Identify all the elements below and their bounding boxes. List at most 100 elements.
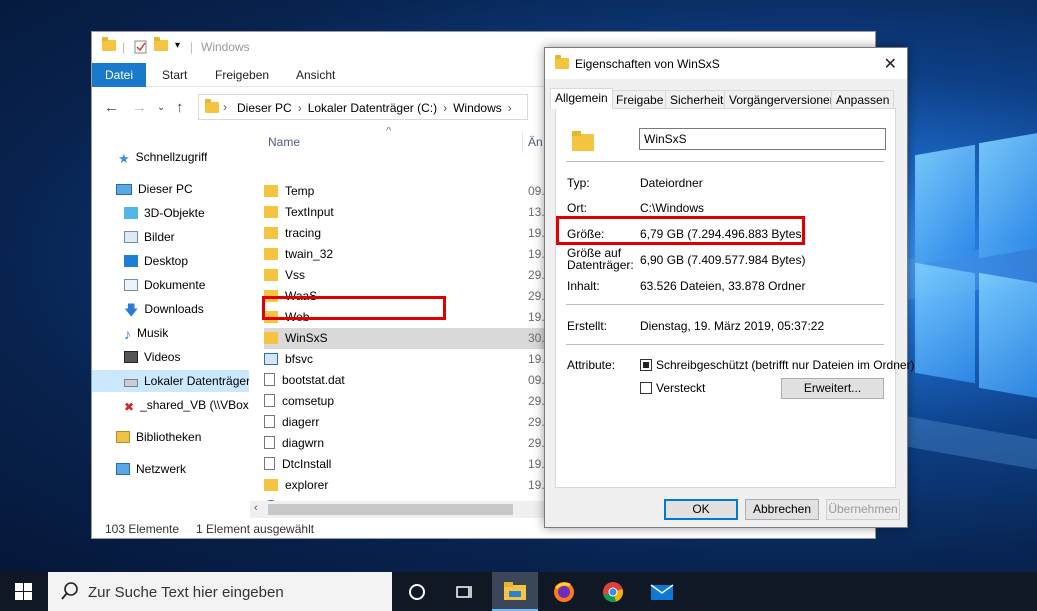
checkbox[interactable]: [640, 382, 652, 394]
cancel-button[interactable]: Abbrechen: [745, 499, 819, 520]
nav-item-3d-objects[interactable]: 3D-Objekte: [124, 202, 205, 224]
sort-up-icon[interactable]: ^: [386, 127, 391, 137]
table-row[interactable]: tracing 19.: [264, 223, 545, 244]
tab-share[interactable]: Freigeben: [215, 63, 269, 87]
column-header-date[interactable]: Än: [528, 135, 543, 149]
ok-button[interactable]: OK: [664, 499, 738, 520]
firefox-icon[interactable]: [552, 580, 576, 604]
chrome-icon[interactable]: [601, 580, 625, 604]
file-date: 29.: [528, 394, 545, 408]
breadcrumb-drive-c[interactable]: Lokaler Datenträger (C:): [308, 101, 437, 115]
chevron-down-icon[interactable]: ▾: [175, 40, 180, 56]
folder-name-field[interactable]: WinSxS: [639, 128, 886, 150]
nav-item-videos[interactable]: Videos: [124, 346, 180, 368]
scrollbar-thumb[interactable]: [268, 504, 513, 515]
nav-item-local-drive[interactable]: Lokaler Datenträger: [92, 370, 249, 392]
windows-logo-wallpaper: [905, 120, 1037, 420]
nav-item-pictures[interactable]: Bilder: [124, 226, 175, 248]
chevron-down-icon[interactable]: ⌄: [157, 102, 165, 113]
taskbar-explorer-active[interactable]: [492, 572, 538, 611]
nav-item-documents[interactable]: Dokumente: [124, 274, 205, 296]
scroll-left-icon[interactable]: ‹: [254, 502, 258, 514]
table-row[interactable]: DtcInstall 19.: [264, 454, 545, 475]
nav-item-this-pc[interactable]: Dieser PC: [116, 178, 193, 200]
drive-icon: [124, 379, 138, 387]
attributes-label: Attribute:: [567, 358, 616, 372]
back-arrow-icon[interactable]: ←: [104, 99, 119, 116]
horizontal-scrollbar[interactable]: ‹: [250, 501, 545, 518]
address-bar[interactable]: › Dieser PC › Lokaler Datenträger (C:) › Win…: [198, 94, 528, 120]
breadcrumb-windows[interactable]: Windows: [453, 101, 502, 115]
tab-security[interactable]: Sicherheit: [665, 90, 729, 108]
tab-start[interactable]: Start: [162, 63, 187, 87]
table-row[interactable]: TextInput 13.: [264, 202, 545, 223]
search-placeholder: Zur Suche Text hier eingeben: [88, 584, 284, 601]
tab-view[interactable]: Ansicht: [296, 63, 335, 87]
file-date: 13.: [528, 205, 545, 219]
cube-icon: [124, 207, 138, 219]
tab-sharing[interactable]: Freigabe: [611, 90, 669, 108]
tab-customize[interactable]: Anpassen: [831, 90, 895, 108]
nav-item-music[interactable]: ♪ Musik: [124, 322, 168, 344]
table-row[interactable]: bootstat.dat 09.: [264, 370, 545, 391]
file-date: 19.: [528, 310, 545, 324]
apply-button[interactable]: Übernehmen: [826, 499, 900, 520]
task-view-icon[interactable]: [452, 580, 476, 604]
hidden-checkbox[interactable]: Versteckt: [640, 381, 705, 395]
chevron-right-icon[interactable]: ›: [223, 100, 227, 114]
up-arrow-icon[interactable]: ↑: [176, 99, 184, 116]
breadcrumb-dieser-pc[interactable]: Dieser PC: [237, 101, 292, 115]
chevron-right-icon[interactable]: ›: [298, 101, 302, 115]
new-folder-quick-icon[interactable]: [154, 37, 168, 56]
folder-icon: [264, 479, 278, 491]
network-icon: [116, 463, 130, 475]
tab-general[interactable]: Allgemein: [550, 88, 613, 109]
chevron-right-icon[interactable]: ›: [508, 101, 512, 115]
status-item-count: 103 Elemente: [105, 522, 180, 536]
file-name: bfsvc: [285, 352, 314, 366]
desktop-icon: [124, 255, 138, 267]
pictures-icon: [124, 231, 138, 243]
chevron-right-icon[interactable]: ›: [443, 101, 447, 115]
file-date: 29.: [528, 289, 545, 303]
nav-item-shared-vb[interactable]: ✖ _shared_VB (\\VBox: [124, 394, 249, 416]
table-row[interactable]: explorer 19.: [264, 475, 545, 496]
dialog-title: Eigenschaften von WinSxS: [575, 57, 720, 71]
forward-arrow-icon[interactable]: →: [132, 99, 147, 116]
table-row[interactable]: comsetup 29.: [264, 391, 545, 412]
checkbox-indeterminate[interactable]: [640, 359, 652, 371]
taskbar-search-box[interactable]: Zur Suche Text hier eingeben: [48, 572, 392, 611]
nav-item-downloads[interactable]: 🡇 Downloads: [124, 298, 204, 320]
column-header-name[interactable]: Name: [268, 135, 300, 149]
nav-item-network[interactable]: Netzwerk: [116, 458, 186, 480]
properties-quick-icon[interactable]: [134, 40, 148, 56]
readonly-checkbox[interactable]: Schreibgeschützt (betrifft nur Dateien i…: [640, 358, 915, 372]
table-row[interactable]: bfsvc 19.: [264, 349, 545, 370]
mail-icon[interactable]: [650, 580, 674, 604]
highlight-box-size: [556, 216, 805, 245]
table-row[interactable]: diagerr 29.: [264, 412, 545, 433]
advanced-button[interactable]: Erweitert...: [781, 378, 884, 399]
table-row[interactable]: diagwrn 29.: [264, 433, 545, 454]
windows-start-icon[interactable]: [15, 583, 32, 603]
table-row[interactable]: Temp 09.: [264, 181, 545, 202]
documents-icon: [124, 279, 138, 291]
table-row[interactable]: Vss 29.: [264, 265, 545, 286]
file-name: bootstat.dat: [282, 373, 345, 387]
file-name: TextInput: [285, 205, 334, 219]
tab-previous-versions[interactable]: Vorgängerversionen: [724, 90, 842, 108]
close-icon[interactable]: ✕: [884, 54, 897, 74]
folder-large-icon: [572, 131, 594, 154]
cortana-icon[interactable]: [405, 580, 429, 604]
separator: |: [190, 40, 194, 54]
file-date: 19.: [528, 226, 545, 240]
folder-icon: [102, 37, 116, 56]
nav-item-quick-access[interactable]: ★ Schnellzugriff: [118, 146, 207, 168]
table-row[interactable]: twain_32 19.: [264, 244, 545, 265]
nav-item-desktop[interactable]: Desktop: [124, 250, 188, 272]
nav-item-libraries[interactable]: Bibliotheken: [116, 426, 201, 448]
column-divider[interactable]: [522, 131, 523, 153]
location-label: Ort:: [567, 201, 587, 215]
table-row[interactable]: WinSxS 30.: [264, 328, 545, 349]
tab-file[interactable]: Datei: [92, 63, 146, 87]
